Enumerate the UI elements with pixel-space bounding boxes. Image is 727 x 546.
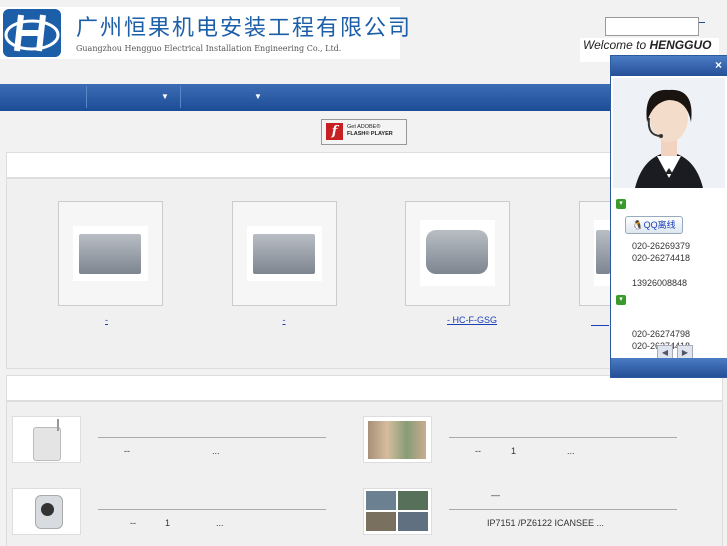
- nav-dropdown-icon[interactable]: ▼: [161, 92, 169, 101]
- news-image[interactable]: [12, 416, 81, 463]
- welcome-brand: HENGGUO: [649, 38, 712, 52]
- news-section-header: [6, 375, 723, 401]
- search-input[interactable]: [605, 17, 699, 36]
- chat-footer: [611, 358, 727, 377]
- product-thumb[interactable]: [58, 201, 163, 306]
- news-text[interactable]: 1: [511, 446, 516, 456]
- news-text[interactable]: ...: [567, 446, 575, 456]
- logo-icon: [3, 9, 61, 57]
- chat-scroll-controls: ◀ ▶: [657, 345, 697, 360]
- product-caption[interactable]: -: [105, 315, 108, 325]
- nav-divider: [86, 86, 87, 108]
- product-thumb[interactable]: [232, 201, 337, 306]
- product-caption[interactable]: -: [260, 315, 308, 325]
- news-text[interactable]: —: [491, 490, 500, 500]
- news-text[interactable]: --: [475, 446, 481, 456]
- product-caption[interactable]: - HC-F-GSG: [418, 315, 497, 325]
- phone-number: 020-26274418: [632, 253, 691, 263]
- product-caption[interactable]: [591, 315, 609, 326]
- chat-header: ×: [611, 56, 727, 76]
- divider: [449, 437, 677, 438]
- flash-label: Get ADOBE® FLASH® PLAYER: [347, 124, 393, 137]
- news-text[interactable]: 1: [165, 518, 170, 528]
- news-text[interactable]: ...: [216, 518, 224, 528]
- product-image: [247, 226, 322, 281]
- product-image: [73, 226, 148, 281]
- search-link[interactable]: [699, 22, 705, 23]
- customer-service-panel: × ▾ 🐧QQ离线 020-26269379 020-26274418 1392…: [610, 55, 727, 378]
- qq-contact-button[interactable]: 🐧QQ离线: [625, 216, 683, 234]
- divider: [98, 437, 326, 438]
- expand-icon[interactable]: ▾: [616, 295, 626, 305]
- get-flash-player-button[interactable]: f Get ADOBE® FLASH® PLAYER: [321, 119, 407, 145]
- phone-number: 020-26274798: [632, 329, 691, 339]
- news-image[interactable]: [12, 488, 81, 535]
- news-text[interactable]: IP7151 /PZ6122 ICANSEE ...: [487, 518, 604, 528]
- phone-number: 020-26269379: [632, 241, 691, 251]
- company-name-cn: 广州恒果机电安装工程有限公司: [76, 16, 413, 41]
- divider: [449, 509, 677, 510]
- flash-logo-icon: f: [326, 123, 343, 140]
- logo-banner[interactable]: 广州恒果机电安装工程有限公司 Guangzhou Hengguo Electri…: [0, 7, 410, 59]
- qq-penguin-icon: 🐧: [632, 220, 644, 230]
- nav-dropdown-icon[interactable]: ▼: [254, 92, 262, 101]
- news-text[interactable]: ...: [212, 446, 220, 456]
- news-text[interactable]: --: [130, 518, 136, 528]
- news-image[interactable]: [363, 416, 432, 463]
- news-text[interactable]: --: [124, 446, 130, 456]
- nav-divider: [180, 86, 181, 108]
- agent-avatar: [613, 78, 725, 188]
- product-image: [594, 220, 610, 286]
- welcome-prefix: Welcome to: [583, 38, 650, 52]
- phone-number: 13926008848: [632, 278, 688, 288]
- close-icon[interactable]: ×: [715, 58, 722, 72]
- product-thumb[interactable]: [405, 201, 510, 306]
- product-image: [420, 220, 495, 286]
- news-image[interactable]: [363, 488, 432, 535]
- company-name-en: Guangzhou Hengguo Electrical Installatio…: [76, 44, 342, 53]
- expand-icon[interactable]: ▾: [616, 199, 626, 209]
- product-thumb[interactable]: [579, 201, 610, 306]
- divider: [98, 509, 326, 510]
